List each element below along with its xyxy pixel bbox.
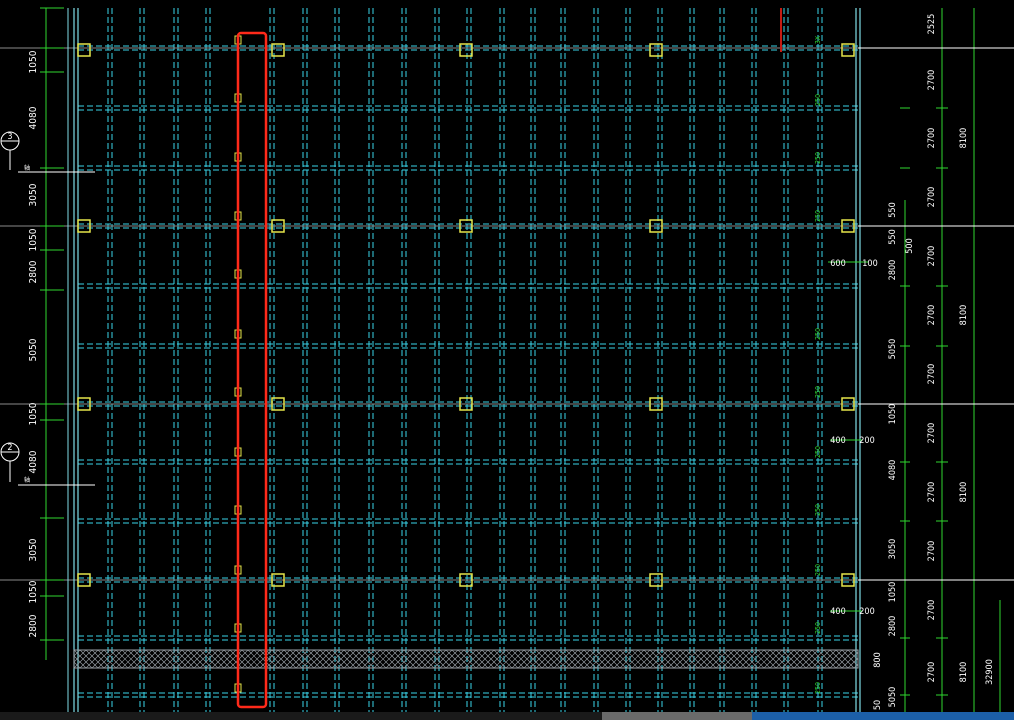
local-dim-5: 400 <box>830 607 845 617</box>
right-col1-dim-8: 2700 <box>927 423 937 444</box>
right-col1-dim-9: 2700 <box>927 482 937 503</box>
beam-tag: 250 <box>814 682 822 694</box>
left-dim-5: 2800 <box>28 260 39 283</box>
beam-tag: 250 <box>814 504 822 516</box>
left-dim-1: 1050 <box>28 50 39 73</box>
left-dim-10: 1050 <box>28 580 39 603</box>
right-col1-dim-4: 2700 <box>927 187 937 208</box>
right-inner-dim-9: 1050 <box>888 582 898 603</box>
beam-tag: 3X <box>814 35 822 44</box>
right-col2-dim-3: 8100 <box>959 482 969 503</box>
local-dim-1: 600 <box>830 259 845 269</box>
beam-tag: 250 <box>814 328 822 340</box>
right-col1-dim-2: 2700 <box>927 70 937 91</box>
right-inner-dim-10: 2800 <box>888 616 898 637</box>
status-bar-blue-segment <box>752 712 1014 720</box>
beam-tag: 250 <box>814 94 822 106</box>
right-col1-dim-11: 2700 <box>927 600 937 621</box>
right-col2-dim-2: 8100 <box>959 305 969 326</box>
right-inner-dim-5: 5050 <box>888 339 898 360</box>
right-col2-dim-1: 8100 <box>959 128 969 149</box>
right-col1-dim-10: 2700 <box>927 541 937 562</box>
right-inner-dim-1: 550 <box>888 202 898 217</box>
left-dim-3: 3050 <box>28 183 39 206</box>
right-inner-dim-8: 3050 <box>888 539 898 560</box>
right-inner-dim-7: 4080 <box>888 460 898 481</box>
beam-tag: 250 <box>814 386 822 398</box>
left-dim-9: 3050 <box>28 538 39 561</box>
left-dim-8: 4080 <box>28 450 39 473</box>
beam-tag: 250 <box>814 210 822 222</box>
left-dim-6: 5050 <box>28 338 39 361</box>
cad-drawing-canvas[interactable]: 3X250250250250250250250250250250 1050 40… <box>0 0 1014 720</box>
left-dim-11: 2800 <box>28 614 39 637</box>
axis-marker-number: 2 <box>7 443 12 453</box>
right-inner-dim-2: 550 <box>888 229 898 244</box>
right-inner-dim-13: 50 <box>873 700 883 710</box>
left-dim-7: 1050 <box>28 402 39 425</box>
right-col3-dim-1: 32900 <box>985 659 995 685</box>
beam-tag: 250 <box>814 622 822 634</box>
right-col2-dim-4: 8100 <box>959 662 969 683</box>
right-col1-dim-6: 2700 <box>927 305 937 326</box>
right-col3-dimension-labels: 32900 <box>985 659 995 685</box>
right-col1-dim-1: 2525 <box>927 14 937 35</box>
right-col1-dim-3: 2700 <box>927 128 937 149</box>
left-dim-4: 1050 <box>28 228 39 251</box>
right-inner-dim-4: 2800 <box>888 260 898 281</box>
local-dim-2: 100 <box>862 259 877 269</box>
left-dim-2: 4080 <box>28 106 39 129</box>
right-inner-dim-12: 5050 <box>888 687 898 708</box>
right-inner-dim-6: 1050 <box>888 404 898 425</box>
local-dim-4: 200 <box>859 436 874 446</box>
beam-tag: 250 <box>814 152 822 164</box>
beam-tag: 250 <box>814 564 822 576</box>
right-inner-dim-11: 800 <box>873 652 883 667</box>
local-dim-6: 200 <box>859 607 874 617</box>
axis-marker-label: 轴 <box>24 164 30 172</box>
right-col1-dim-7: 2700 <box>927 364 937 385</box>
status-bar-gray-segment <box>602 712 752 720</box>
beam-tag: 250 <box>814 446 822 458</box>
axis-marker-number: 3 <box>7 132 12 142</box>
right-col1-dim-12: 2700 <box>927 662 937 683</box>
right-inner-dim-3: 500 <box>905 238 915 253</box>
local-dim-3: 400 <box>830 436 845 446</box>
right-col1-dim-5: 2700 <box>927 246 937 267</box>
axis-marker-label: 轴 <box>24 476 30 484</box>
